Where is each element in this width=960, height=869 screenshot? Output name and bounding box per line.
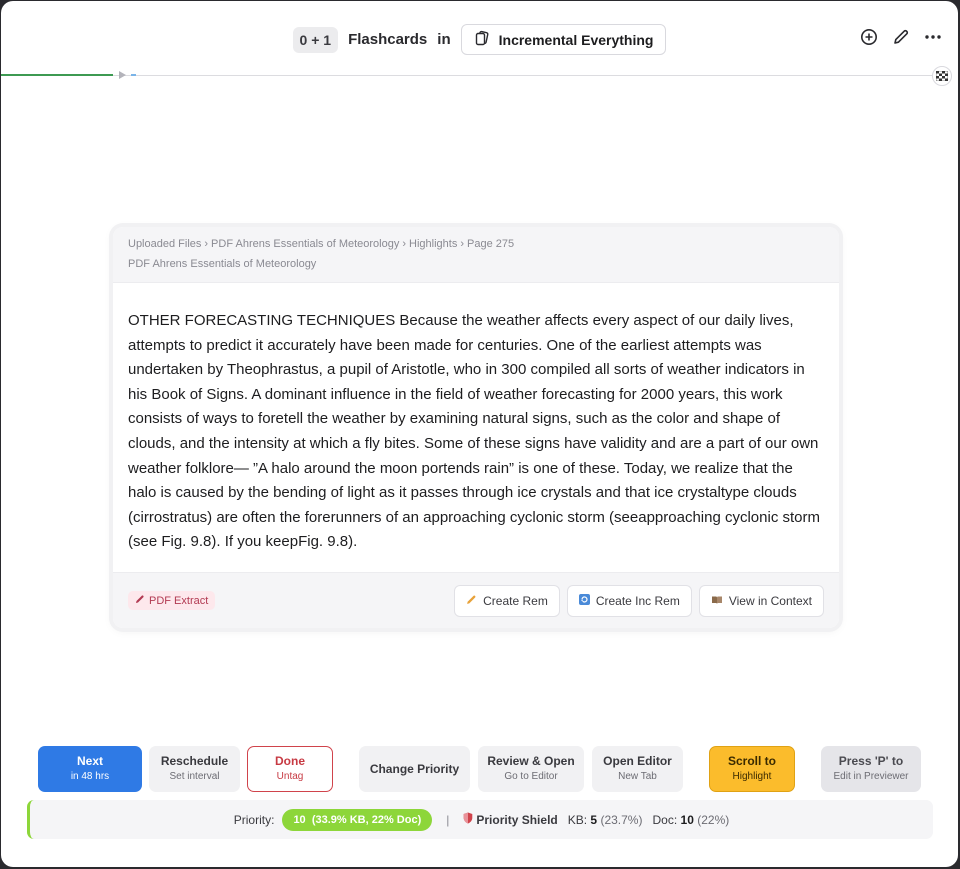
queue-count-badge: 0 + 1	[292, 26, 339, 53]
deck-name: Incremental Everything	[498, 31, 654, 48]
priority-bar: Priority: 10 (33.9% KB, 22% Doc) | Prior…	[27, 800, 933, 839]
breadcrumb-item[interactable]: Page 275	[467, 238, 514, 250]
priority-value-pill[interactable]: 10 (33.9% KB, 22% Doc)	[282, 808, 433, 831]
review-open-button[interactable]: Review & Open Go to Editor	[478, 746, 584, 792]
done-button[interactable]: Done Untag	[247, 746, 333, 792]
priority-detail: (33.9% KB, 22% Doc)	[311, 813, 422, 826]
priority-label: Priority:	[233, 812, 275, 827]
header: 0 + 1 Flashcards in Incremental Everythi…	[1, 24, 958, 55]
breadcrumb: Uploaded Files › PDF Ahrens Essentials of …	[128, 238, 515, 250]
priority-shield-label: Priority Shield	[476, 812, 558, 827]
view-in-context-label: View in Context	[728, 593, 812, 608]
card-header: Uploaded Files › PDF Ahrens Essentials of …	[113, 227, 839, 283]
shield-icon	[463, 812, 473, 827]
change-priority-button[interactable]: Change Priority	[359, 746, 470, 792]
doc-value: 10	[680, 812, 694, 827]
create-rem-button[interactable]: Create Rem	[454, 584, 560, 617]
breadcrumb-item[interactable]: Uploaded Files	[128, 238, 201, 250]
progress-marker-icon	[119, 71, 126, 79]
next-button[interactable]: Next in 48 hrs	[38, 746, 142, 792]
pdf-extract-tag: PDF Extract	[128, 591, 216, 610]
header-actions	[860, 28, 942, 46]
create-rem-label: Create Rem	[483, 593, 548, 608]
app-window: 0 + 1 Flashcards in Incremental Everythi…	[1, 1, 958, 867]
review-open-sublabel: Go to Editor	[504, 771, 558, 782]
priority-shield: Priority Shield	[463, 812, 558, 827]
progress-next-indicator	[131, 74, 136, 76]
view-in-context-button[interactable]: View in Context	[698, 584, 824, 617]
open-editor-label: Open Editor	[603, 754, 672, 768]
card-content: OTHER FORECASTING TECHNIQUES Because the…	[128, 312, 820, 551]
in-label: in	[437, 31, 451, 48]
deck-selector[interactable]: Incremental Everything	[460, 24, 667, 55]
review-open-label: Review & Open	[487, 754, 575, 768]
doc-label: Doc:	[652, 812, 678, 827]
create-inc-rem-button[interactable]: Create Inc Rem	[566, 584, 692, 617]
done-sublabel: Untag	[276, 771, 304, 782]
kb-stat: KB: 5 (23.7%)	[568, 813, 643, 827]
open-editor-button[interactable]: Open Editor New Tab	[592, 746, 683, 792]
tag-label: PDF Extract	[149, 594, 209, 607]
done-label: Done	[275, 754, 305, 768]
press-p-sublabel: Edit in Previewer	[833, 771, 909, 782]
next-label: Next	[76, 754, 103, 768]
kb-percent: (23.7%)	[600, 812, 643, 827]
kb-label: KB:	[567, 812, 588, 827]
change-priority-label: Change Priority	[369, 761, 460, 776]
breadcrumb-item[interactable]: Highlights	[409, 238, 457, 250]
pencil-icon	[466, 594, 477, 608]
edit-icon[interactable]	[892, 28, 910, 46]
doc-stat: Doc: 10 (22%)	[652, 813, 729, 827]
reschedule-label: Reschedule	[160, 754, 229, 768]
add-icon[interactable]	[860, 28, 878, 46]
refresh-icon	[578, 593, 590, 608]
scroll-to-highlight-button[interactable]: Scroll to Highlight	[709, 746, 795, 792]
source-document[interactable]: PDF Ahrens Essentials of Meteorology	[128, 257, 824, 271]
kb-value: 5	[590, 812, 598, 827]
progress-fill	[1, 74, 113, 76]
reschedule-sublabel: Set interval	[169, 771, 220, 782]
card-footer: PDF Extract Create Rem Create Inc Rem Vi…	[113, 572, 839, 628]
page-title: Flashcards	[348, 31, 428, 48]
scroll-to-label: Scroll to	[727, 754, 776, 768]
reschedule-button[interactable]: Reschedule Set interval	[149, 746, 240, 792]
priority-value: 10	[293, 813, 306, 826]
book-icon	[711, 594, 723, 608]
breadcrumb-item[interactable]: PDF Ahrens Essentials of Meteorology	[211, 238, 399, 250]
create-inc-rem-label: Create Inc Rem	[595, 593, 680, 608]
edit-in-previewer-button[interactable]: Press 'P' to Edit in Previewer	[821, 746, 921, 792]
divider: |	[446, 812, 450, 827]
finish-flag-icon	[932, 66, 952, 86]
pencil-icon	[135, 594, 145, 607]
press-p-label: Press 'P' to	[838, 754, 904, 768]
open-editor-sublabel: New Tab	[618, 771, 657, 782]
progress-track	[1, 75, 936, 76]
more-icon[interactable]	[924, 28, 942, 46]
card-actions: Create Rem Create Inc Rem View in Contex…	[454, 584, 824, 617]
flashcard: Uploaded Files › PDF Ahrens Essentials of …	[113, 227, 839, 628]
next-sublabel: in 48 hrs	[70, 771, 110, 782]
doc-percent: (22%)	[697, 812, 730, 827]
scroll-to-sublabel: Highlight	[732, 771, 772, 782]
deck-icon	[474, 30, 490, 49]
